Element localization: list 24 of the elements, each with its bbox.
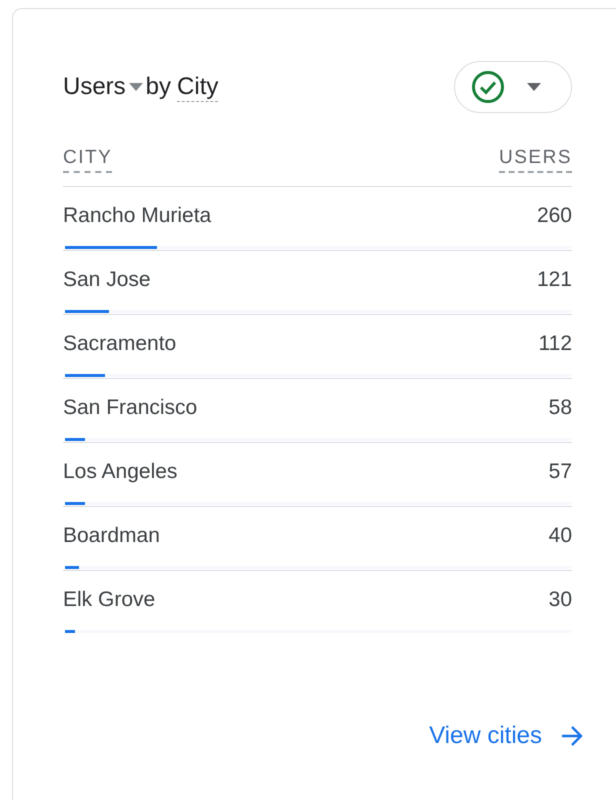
connector-label: by	[146, 73, 172, 101]
user-count: 112	[538, 332, 572, 356]
view-cities-link[interactable]: View cities	[429, 722, 584, 750]
user-count: 30	[548, 588, 572, 612]
city-name: San Francisco	[63, 396, 198, 420]
city-name: Sacramento	[63, 332, 176, 356]
arrow-icon	[560, 725, 584, 747]
dimension-label[interactable]: City	[177, 72, 218, 102]
city-name: Los Angeles	[63, 460, 178, 484]
metric-label: Users	[63, 73, 126, 101]
user-count: 57	[548, 460, 572, 484]
city-name: Boardman	[63, 524, 160, 548]
user-count: 260	[536, 204, 572, 228]
city-name: San Jose	[63, 268, 151, 292]
city-name: Elk Grove	[63, 588, 156, 612]
user-count: 40	[548, 524, 572, 548]
caret-icon	[527, 83, 541, 91]
filter-dropdown[interactable]	[454, 61, 572, 113]
city-name: Rancho Murieta	[63, 204, 212, 228]
caret-icon[interactable]	[128, 82, 144, 92]
user-count: 121	[536, 268, 572, 292]
column-header[interactable]: USERS	[499, 145, 572, 173]
user-count: 58	[548, 396, 572, 420]
column-header[interactable]: CITY	[63, 145, 112, 173]
